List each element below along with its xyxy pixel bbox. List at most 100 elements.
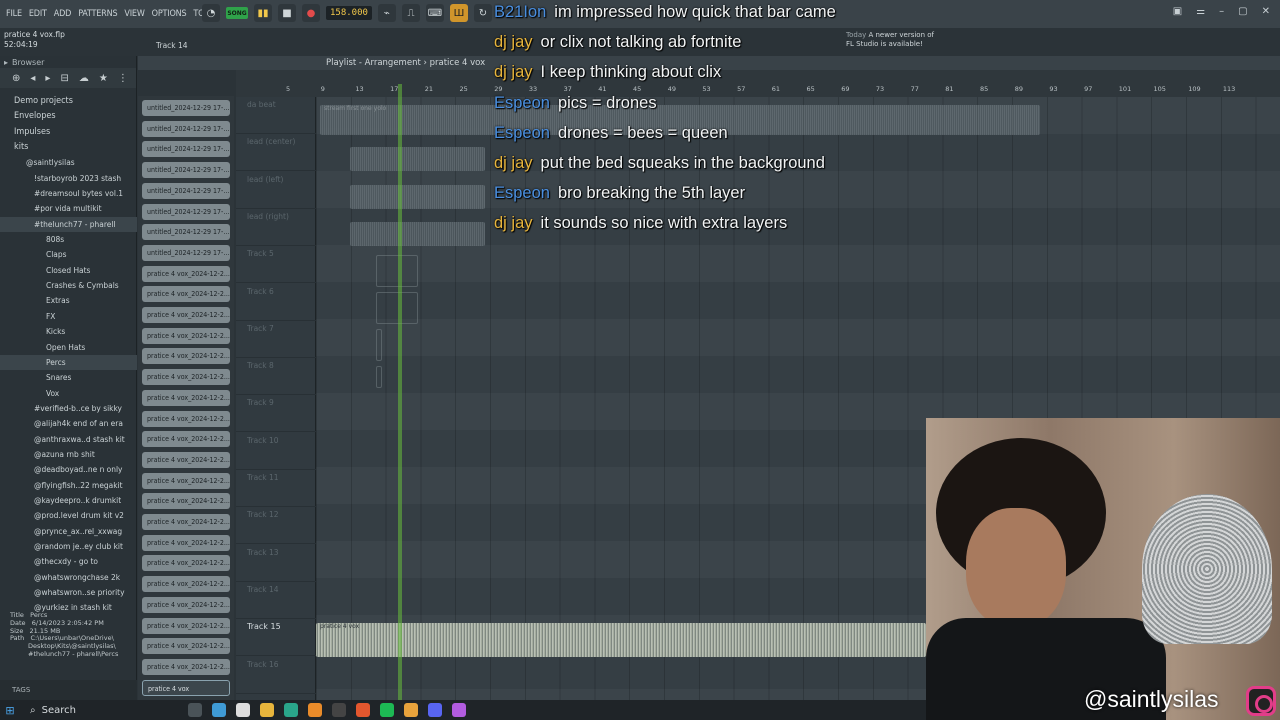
taskbar-search[interactable]: ⌕ Search <box>20 705 170 716</box>
windows-start-icon[interactable]: ⊞ <box>0 704 20 717</box>
wait-icon[interactable]: Ш <box>449 4 468 22</box>
track-header[interactable]: Track 7 <box>236 321 316 358</box>
metronome-icon[interactable]: ◔ <box>202 4 220 22</box>
picker-clip[interactable]: pratice 4 vox_2024-12-2... <box>142 451 230 468</box>
save-icon[interactable]: ▣ <box>1173 6 1182 17</box>
picker-clip[interactable]: pratice 4 vox_2024-12-2... <box>142 514 230 530</box>
picker-clip[interactable]: pratice 4 vox_2024-12-2... <box>142 265 230 282</box>
picker-clip[interactable]: untitled_2024-12-29 17-... <box>142 100 230 116</box>
messenger-icon[interactable] <box>452 703 466 717</box>
menu-view[interactable]: VIEW <box>124 9 144 19</box>
typing-keyboard-icon[interactable]: ⌨ <box>425 4 444 22</box>
snap-icon[interactable]: ⌁ <box>377 4 396 22</box>
close-icon[interactable]: ✕ <box>1262 6 1270 17</box>
picker-clip[interactable]: pratice 4 vox_2024-12-2... <box>142 658 230 675</box>
browser-item[interactable]: @azuna rnb shit <box>0 447 137 462</box>
menu-file[interactable]: FILE <box>6 9 22 19</box>
browser-item[interactable]: Demo projects <box>0 94 137 109</box>
add-icon[interactable]: ⊕ <box>12 73 20 84</box>
browser-item[interactable]: @whatswron..se priority <box>0 585 137 600</box>
track-header[interactable]: Track 8 <box>236 358 316 396</box>
browser-item[interactable]: #por vida multikit <box>0 201 137 216</box>
chrome-icon[interactable] <box>404 703 418 717</box>
more-icon[interactable]: ⋮ <box>118 73 128 84</box>
vox-audio-clip[interactable]: pratice 4 vox <box>316 623 926 657</box>
maximize-icon[interactable]: ▢ <box>1238 6 1247 17</box>
collapse-icon[interactable]: ⊟ <box>60 73 68 84</box>
timeline-ruler[interactable]: 5 9 13 17 21 25 29 33 37 41 45 49 53 57 61 65 69 73 77 81 85… <box>286 84 1276 97</box>
picker-clip[interactable]: pratice 4 vox_2024-12-2... <box>142 596 230 613</box>
picker-clip[interactable]: pratice 4 vox_2024-12-2... <box>142 369 230 386</box>
track-header[interactable]: Track 6 <box>236 284 316 321</box>
discord-icon[interactable] <box>428 703 442 717</box>
folder-icon[interactable] <box>260 703 274 717</box>
browser-item[interactable]: @saintlysilas <box>0 155 137 170</box>
track-header[interactable]: Track 14 <box>236 582 316 619</box>
picker-clip[interactable]: untitled_2024-12-29 17-... <box>142 182 230 199</box>
browser-item[interactable]: Percs <box>0 354 137 371</box>
copilot-icon[interactable] <box>212 703 226 717</box>
update-notice[interactable]: Today A newer version of FL Studio is av… <box>846 31 934 49</box>
browser-item[interactable]: Envelopes <box>0 109 137 124</box>
picker-clip[interactable]: pratice 4 vox_2024-12-2... <box>142 348 230 365</box>
picker-clip[interactable]: untitled_2024-12-29 17-... <box>142 141 230 158</box>
picker-clip[interactable]: untitled_2024-12-29 17-... <box>142 244 230 261</box>
track-header[interactable]: Track 9 <box>236 395 316 433</box>
browser-item[interactable]: @whatswrongchase 2k <box>0 570 137 585</box>
browser-item[interactable]: !starboyrob 2023 stash <box>0 171 137 186</box>
picker-clip[interactable]: pratice 4 vox <box>142 679 230 696</box>
picker-clip[interactable]: untitled_2024-12-29 17-... <box>142 120 230 137</box>
picker-clip[interactable]: untitled_2024-12-29 17-... <box>142 203 230 220</box>
track-header[interactable]: Track 10 <box>236 433 316 470</box>
browser-item[interactable]: #verified-b..ce by sikky <box>0 401 137 416</box>
browser-item[interactable]: Kicks <box>0 324 137 339</box>
browser-item[interactable]: Snares <box>0 370 137 385</box>
browser-item[interactable]: @random je..ey club kit <box>0 539 137 554</box>
picker-clip[interactable]: pratice 4 vox_2024-12-2... <box>142 327 230 344</box>
lead-right-clip[interactable] <box>350 222 485 246</box>
picker-clip[interactable]: pratice 4 vox_2024-12-2... <box>142 286 230 303</box>
picker-clip[interactable]: pratice 4 vox_2024-12-2... <box>142 576 230 593</box>
track-header[interactable]: lead (right) <box>236 209 316 246</box>
browser-item[interactable]: @prynce_ax..rel_xxwag <box>0 524 137 539</box>
pattern-clip[interactable] <box>376 292 418 324</box>
picker-clip[interactable]: pratice 4 vox_2024-12-2... <box>142 410 230 427</box>
edge-icon[interactable] <box>284 703 298 717</box>
track-header[interactable]: da beat <box>236 97 316 134</box>
browser-item[interactable]: Impulses <box>0 125 137 140</box>
fl-studio-icon[interactable] <box>308 703 322 717</box>
track-header[interactable]: Track 13 <box>236 545 316 582</box>
picker-clip[interactable]: pratice 4 vox_2024-12-2... <box>142 431 230 448</box>
task-view-icon[interactable] <box>188 703 202 717</box>
browser-item[interactable]: #dreamsoul bytes vol.1 <box>0 186 137 201</box>
star-icon[interactable]: ★ <box>99 73 108 84</box>
song-mode-toggle[interactable]: SONG <box>226 7 248 19</box>
menu-edit[interactable]: EDIT <box>29 9 47 19</box>
browser-item[interactable]: kits <box>0 140 137 155</box>
menu-add[interactable]: ADD <box>54 9 72 19</box>
record-button[interactable]: ● <box>302 4 320 22</box>
track-header[interactable]: Track 5 <box>236 246 316 284</box>
stop-button[interactable]: ■ <box>278 4 296 22</box>
browser-item[interactable]: FX <box>0 309 137 324</box>
browser-item[interactable]: Closed Hats <box>0 263 137 278</box>
playhead[interactable] <box>398 84 402 700</box>
picker-clip[interactable]: untitled_2024-12-29 17-... <box>142 224 230 241</box>
browser-item[interactable]: @kaydeepro..k drumkit <box>0 493 137 508</box>
loop-record-icon[interactable]: ↻ <box>473 4 492 22</box>
spotify-icon[interactable] <box>380 703 394 717</box>
browser-item[interactable]: Crashes & Cymbals <box>0 278 137 293</box>
pattern-clip[interactable] <box>376 255 418 287</box>
browser-item[interactable]: Claps <box>0 247 137 262</box>
track-header[interactable]: Track 12 <box>236 507 316 545</box>
menu-options[interactable]: OPTIONS <box>152 9 187 19</box>
browser-item[interactable]: Open Hats <box>0 340 137 355</box>
shield-icon[interactable] <box>236 703 250 717</box>
track-header[interactable]: Track 15 <box>236 619 316 657</box>
picker-clip[interactable]: pratice 4 vox_2024-12-2... <box>142 617 230 634</box>
browser-item[interactable]: Vox <box>0 386 137 401</box>
browser-item[interactable]: 808s <box>0 232 137 247</box>
browser-item[interactable]: @deadboyad..ne n only <box>0 462 137 477</box>
picker-clip[interactable]: pratice 4 vox_2024-12-2... <box>142 472 230 489</box>
picker-clip[interactable]: pratice 4 vox_2024-12-2... <box>142 534 230 551</box>
